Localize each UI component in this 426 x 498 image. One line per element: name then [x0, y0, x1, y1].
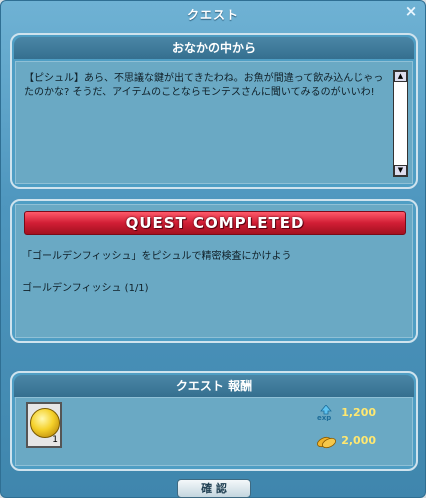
- close-icon[interactable]: ×: [403, 3, 419, 19]
- quest-reward-panel: クエスト 報酬 1 exp 1,200 2,000: [10, 371, 418, 471]
- meso-icon: [317, 436, 337, 449]
- quest-description-text: 【ピシュル】あら、不思議な鍵が出てきたわね。お魚が間違って飲み込んじゃったのかな…: [24, 73, 384, 98]
- exp-reward-value: 1,200: [341, 406, 376, 419]
- reward-item-slot[interactable]: 1: [26, 402, 62, 448]
- quest-item-progress: ゴールデンフィッシュ (1/1): [22, 283, 149, 294]
- quest-completed-banner: QUEST COMPLETED: [24, 211, 406, 235]
- reward-title: クエスト 報酬: [14, 375, 414, 397]
- exp-reward: exp 1,200: [315, 404, 376, 422]
- description-body: 【ピシュル】あら、不思議な鍵が出てきたわね。お魚が間違って飲み込んじゃったのかな…: [15, 61, 413, 184]
- quest-objective: 「ゴールデンフィッシュ」をピシュルで精密検査にかけよう: [22, 251, 292, 262]
- quest-progress-panel: QUEST COMPLETED 「ゴールデンフィッシュ」をピシュルで精密検査にか…: [10, 199, 418, 343]
- exp-icon: exp: [317, 405, 333, 421]
- window-title: クエスト: [186, 8, 239, 22]
- reward-item-count: 1: [52, 435, 58, 445]
- gold-coin-icon: [30, 408, 60, 438]
- description-scrollbar[interactable]: ▲ ▼: [393, 70, 408, 177]
- quest-description-panel: おなかの中から 【ピシュル】あら、不思議な鍵が出てきたわね。お魚が間違って飲み込…: [10, 33, 418, 189]
- scroll-up-icon[interactable]: ▲: [394, 71, 407, 82]
- reward-body: 1 exp 1,200 2,000: [15, 397, 413, 466]
- quest-title: おなかの中から: [14, 37, 414, 59]
- progress-body: QUEST COMPLETED 「ゴールデンフィッシュ」をピシュルで精密検査にか…: [15, 204, 413, 338]
- quest-window: クエスト × おなかの中から 【ピシュル】あら、不思議な鍵が出てきたわね。お魚が…: [0, 0, 426, 498]
- meso-reward: 2,000: [315, 432, 376, 450]
- exp-icon-label: exp: [317, 414, 331, 421]
- meso-reward-value: 2,000: [341, 434, 376, 447]
- confirm-button[interactable]: 確 認: [177, 479, 251, 498]
- scroll-down-icon[interactable]: ▼: [394, 165, 407, 176]
